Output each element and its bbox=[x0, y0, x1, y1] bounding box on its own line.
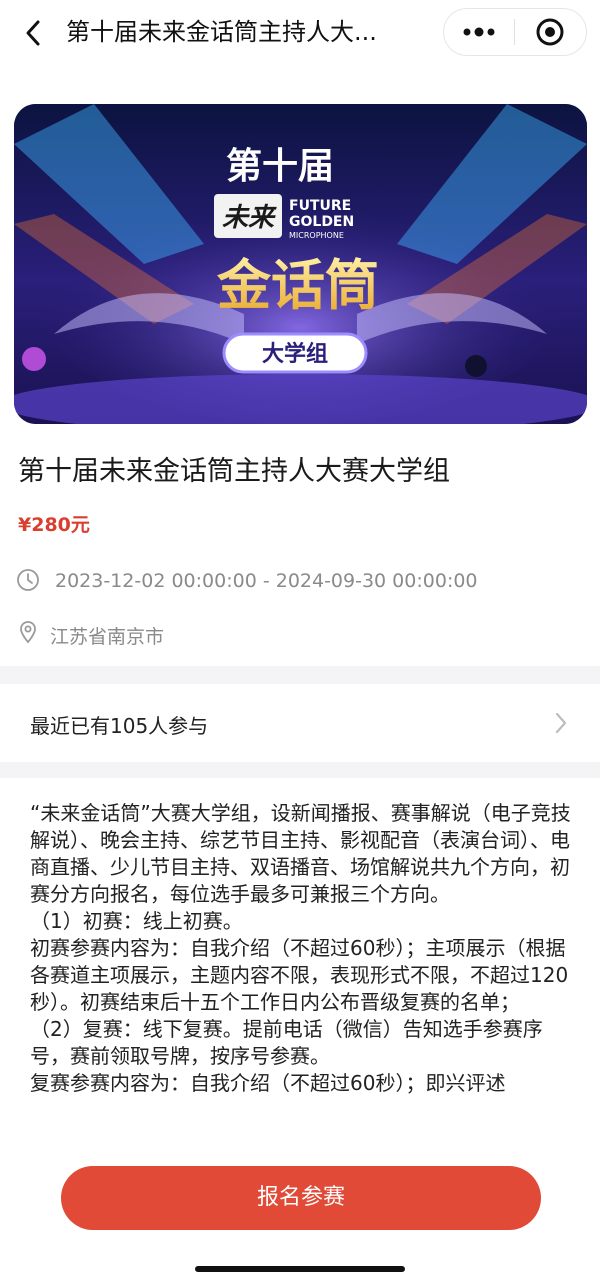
more-dots-icon bbox=[463, 27, 495, 37]
banner-line2-cn: 未来 bbox=[222, 203, 277, 233]
banner-en-1: FUTURE bbox=[289, 198, 351, 214]
bottom-action-bar: 报名参赛 bbox=[0, 1144, 600, 1283]
signup-button[interactable]: 报名参赛 bbox=[61, 1166, 541, 1230]
clock-icon bbox=[17, 569, 39, 591]
back-button[interactable] bbox=[16, 16, 50, 50]
event-banner-image: 第十届 未来 FUTURE GOLDEN MICROPHONE 金话筒 大学组 bbox=[14, 104, 587, 424]
banner-badge: 大学组 bbox=[262, 341, 328, 367]
chevron-right-icon bbox=[555, 712, 567, 734]
mini-program-capsule bbox=[443, 8, 587, 56]
home-indicator bbox=[195, 1266, 405, 1272]
page-title: 第十届未来金话筒主持人大... bbox=[66, 18, 377, 46]
more-button[interactable] bbox=[444, 9, 514, 55]
participants-text: 最近已有105人参与 bbox=[30, 714, 209, 738]
event-location: 江苏省南京市 bbox=[50, 626, 165, 648]
event-description: “未来金话筒”大赛大学组，设新闻播报、赛事解说（电子竞技解说）、晚会主持、综艺节… bbox=[30, 801, 571, 1095]
event-price: ¥280元 bbox=[18, 514, 90, 536]
event-date-range: 2023-12-02 00:00:00 - 2024-09-30 00:00:0… bbox=[55, 570, 478, 592]
participants-row[interactable]: 最近已有105人参与 bbox=[0, 684, 600, 762]
banner-line3: 金话筒 bbox=[216, 254, 379, 317]
description-section: “未来金话筒”大赛大学组，设新闻播报、赛事解说（电子竞技解说）、晚会主持、综艺节… bbox=[0, 778, 600, 1144]
banner-line1: 第十届 bbox=[226, 146, 334, 187]
banner-en-3: MICROPHONE bbox=[289, 231, 344, 240]
event-info-card: 第十届 未来 FUTURE GOLDEN MICROPHONE 金话筒 大学组 … bbox=[0, 66, 600, 666]
close-mini-program-button[interactable] bbox=[515, 9, 585, 55]
target-close-icon bbox=[536, 18, 564, 46]
event-title: 第十届未来金话筒主持人大赛大学组 bbox=[18, 456, 450, 487]
banner-en-2: GOLDEN bbox=[289, 214, 354, 230]
top-bar: 第十届未来金话筒主持人大... bbox=[0, 0, 600, 66]
chevron-left-icon bbox=[26, 20, 40, 46]
location-pin-icon bbox=[20, 621, 36, 644]
